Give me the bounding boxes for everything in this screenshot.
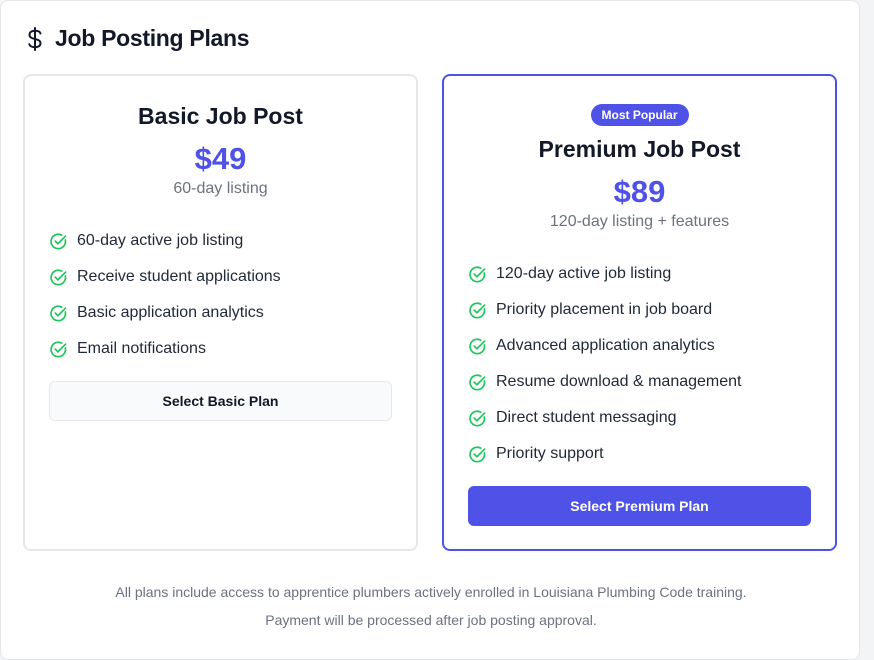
feature-text: Resume download & management [496,373,742,390]
feature-text: 60-day active job listing [77,232,244,249]
plan-duration: 60-day listing [173,180,268,197]
check-circle-icon [469,409,486,427]
check-circle-icon [469,301,486,319]
plan-price: $89 [613,174,666,209]
feature-item: 60-day active job listing [49,223,281,259]
feature-item: Resume download & management [468,364,741,400]
dollar-icon [28,26,42,51]
feature-item: Priority placement in job board [468,292,741,328]
feature-item: Receive student applications [49,259,281,295]
select-basic-plan-button[interactable]: Select Basic Plan [49,381,392,421]
check-circle-icon [50,304,67,322]
plan-price: $49 [194,141,247,176]
feature-item: Email notifications [49,331,281,367]
check-circle-icon [469,265,486,283]
check-circle-icon [50,340,67,358]
plan-duration: 120-day listing + features [549,213,730,230]
feature-text: Priority support [496,445,604,462]
feature-text: Basic application analytics [77,304,264,321]
feature-item: Advanced application analytics [468,328,741,364]
basic-plan-card: Basic Job Post $49 60-day listing 60-day… [23,74,418,551]
feature-item: Basic application analytics [49,295,281,331]
select-premium-plan-button[interactable]: Select Premium Plan [468,486,811,526]
footer-note: All plans include access to apprentice p… [115,584,747,600]
check-circle-icon [50,232,67,250]
feature-item: Direct student messaging [468,400,741,436]
check-circle-icon [469,373,486,391]
most-popular-badge: Most Popular [590,104,689,126]
check-circle-icon [469,337,486,355]
plan-name: Basic Job Post [138,103,303,129]
feature-text: Direct student messaging [496,409,677,426]
feature-text: Advanced application analytics [496,337,715,354]
footer-note: Payment will be processed after job post… [265,612,597,628]
plan-name: Premium Job Post [538,136,741,162]
check-circle-icon [50,268,67,286]
feature-text: Receive student applications [77,268,281,285]
feature-list: 60-day active job listing Receive studen… [49,223,281,367]
feature-item: Priority support [468,436,741,472]
panel-header: Job Posting Plans [25,25,250,52]
feature-item: 120-day active job listing [468,256,741,292]
feature-list: 120-day active job listing Priority plac… [468,256,741,472]
page-title: Job Posting Plans [55,25,250,51]
premium-plan-card: Most Popular Premium Job Post $89 120-da… [442,74,837,551]
feature-text: 120-day active job listing [496,265,672,282]
job-posting-plans-panel: Job Posting Plans Basic Job Post $49 60-… [0,0,860,660]
feature-text: Priority placement in job board [496,301,713,318]
feature-text: Email notifications [77,340,206,357]
check-circle-icon [469,445,486,463]
